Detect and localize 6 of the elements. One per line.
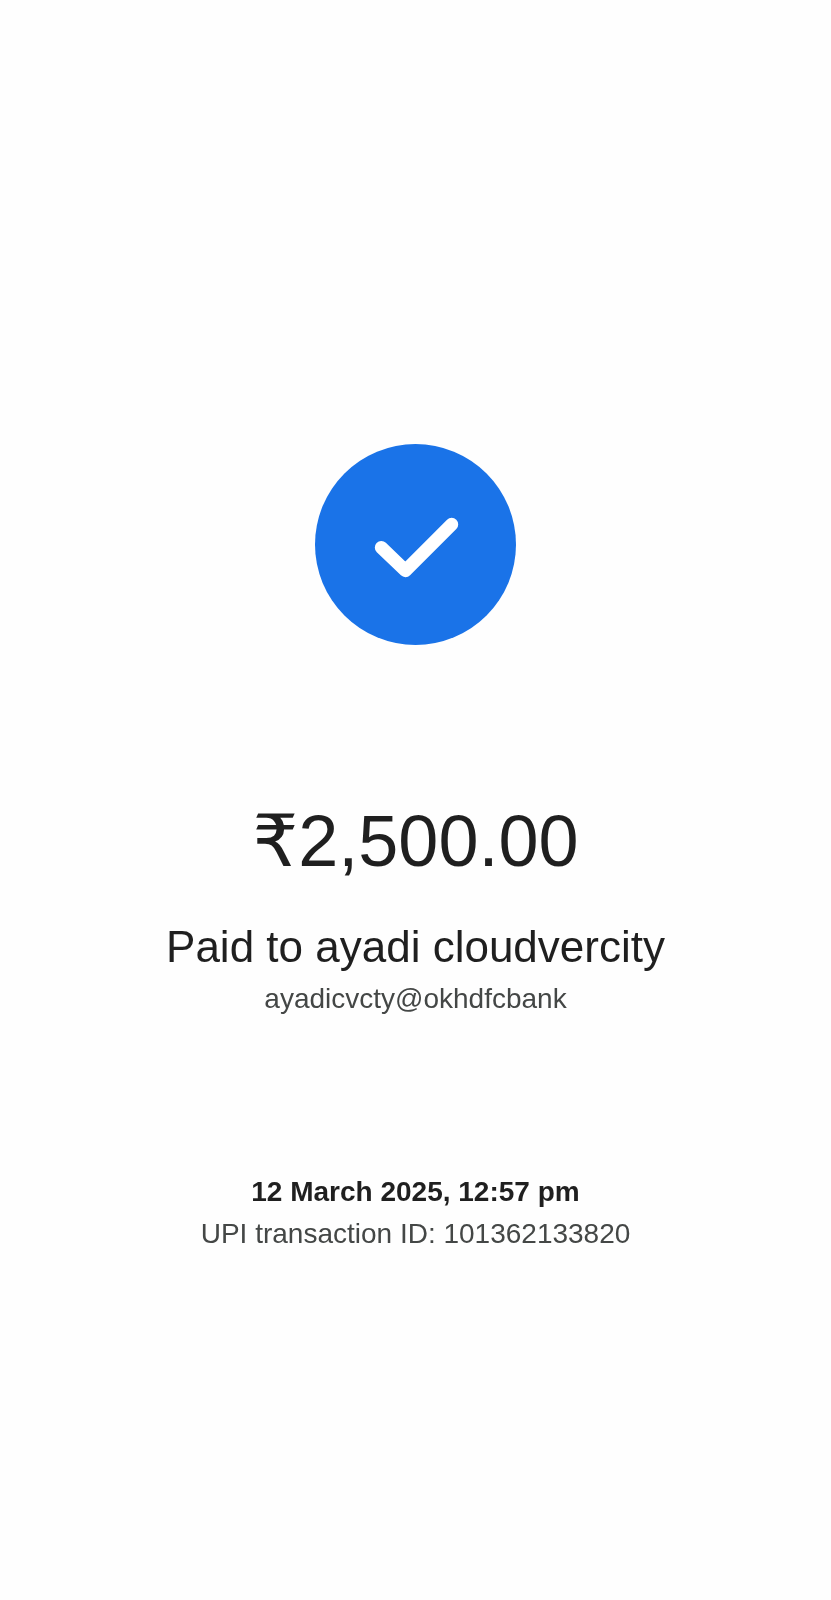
payee-upi-id: ayadicvcty@okhdfcbank xyxy=(264,985,567,1013)
success-check-icon xyxy=(315,444,516,645)
payment-amount: ₹2,500.00 xyxy=(252,805,579,877)
transaction-datetime: 12 March 2025, 12:57 pm xyxy=(251,1178,580,1206)
payee-name: Paid to ayadi cloudvercity xyxy=(166,925,665,969)
transaction-id: UPI transaction ID: 101362133820 xyxy=(200,1220,631,1248)
